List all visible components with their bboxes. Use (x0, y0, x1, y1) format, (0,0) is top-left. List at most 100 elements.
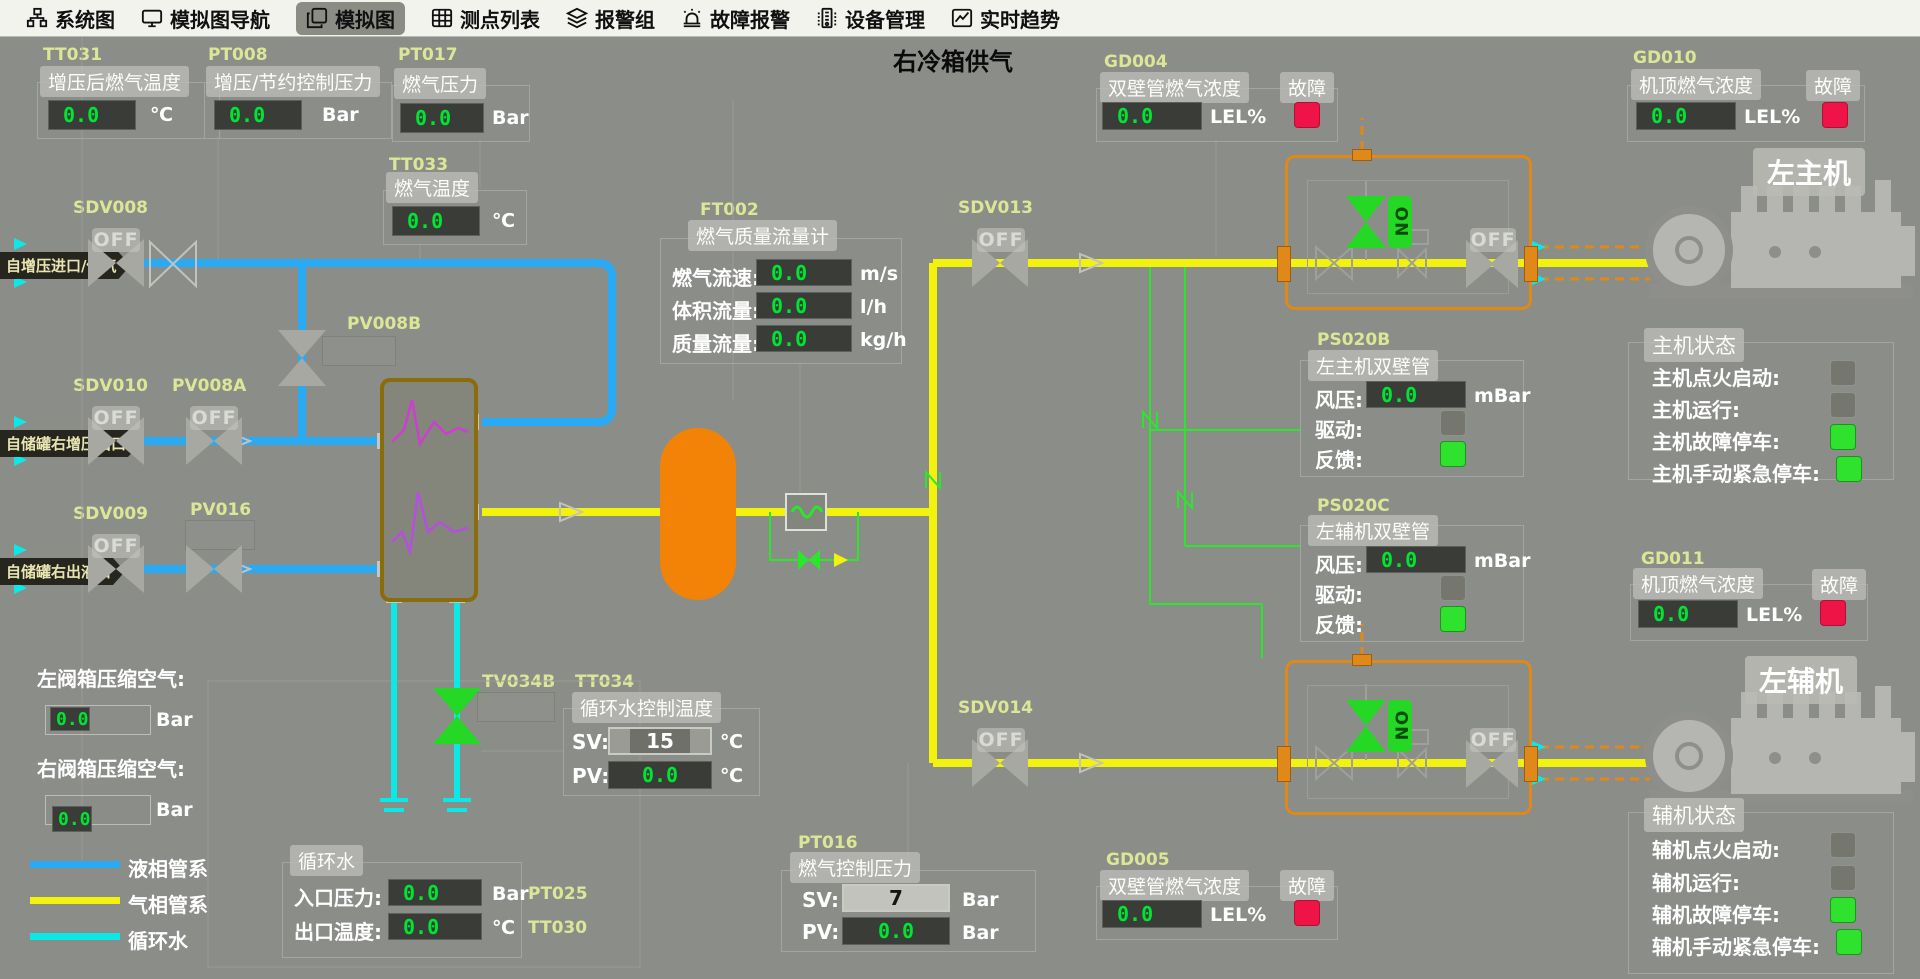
sdv009-state: OFF (92, 534, 140, 558)
ps020c-title: 左辅机双壁管 (1308, 515, 1438, 546)
alarm-icon (681, 7, 703, 29)
menu-item-realtime-trend[interactable]: 实时趋势 (951, 4, 1060, 33)
pv016-valve[interactable] (186, 545, 242, 593)
page-title: 右冷箱供气 (893, 42, 1013, 77)
cw-row-label: 出口温度: (294, 916, 382, 945)
main-unit-on-state: ON (1388, 196, 1412, 248)
menu-item-fault-alarm[interactable]: 故障报警 (681, 4, 790, 33)
menu-item-mimic-nav[interactable]: 模拟图导航 (141, 4, 270, 33)
monitor-icon (141, 7, 163, 29)
menu-item-label: 报警组 (595, 4, 655, 33)
aux-unit-on-valve[interactable] (1346, 700, 1386, 752)
tt031-unit: ℃ (150, 104, 173, 126)
aux-unit-off-state: OFF (1470, 728, 1516, 752)
legend-label: 循环水 (128, 925, 188, 954)
main-status-title: 主机状态 (1644, 328, 1744, 362)
main-unit-on-valve[interactable] (1346, 196, 1386, 248)
pt008-label: 增压/节约控制压力 (206, 66, 380, 97)
gd011-label: 机顶燃气浓度 (1633, 568, 1763, 599)
menu-item-point-list[interactable]: 测点列表 (431, 4, 540, 33)
gd005-value: 0.0 (1102, 900, 1202, 928)
tt034-sv-unit: ℃ (720, 731, 743, 753)
pt016-sv-label: SV: (802, 888, 839, 912)
tt034-pv-unit: ℃ (720, 765, 743, 787)
gd005-fault-label: 故障 (1280, 870, 1334, 901)
tt034-sv-label: SV: (572, 730, 609, 754)
status-row-label: 主机运行: (1652, 394, 1740, 423)
cw-row-value: 0.0 (388, 913, 482, 940)
main-engine-silhouette (1645, 180, 1917, 309)
tt033-value: 0.0 (392, 206, 480, 236)
legend-label: 液相管系 (128, 853, 208, 882)
gd004-value: 0.0 (1102, 102, 1202, 130)
status-row-label: 主机故障停车: (1652, 426, 1780, 455)
ft002-row-unit: kg/h (860, 329, 907, 351)
legend-label: 气相管系 (128, 889, 208, 918)
ps020b-title: 左主机双壁管 (1308, 350, 1438, 381)
tv034b-indicator-box (477, 692, 555, 722)
gd005-unit: LEL% (1210, 904, 1266, 926)
cw-row-label: 入口压力: (294, 882, 382, 911)
tt034-sv-input[interactable]: 15 (608, 727, 712, 755)
menu-item-label: 测点列表 (460, 4, 540, 33)
windows-icon (306, 7, 328, 29)
pt016-pv-label: PV: (802, 920, 839, 944)
menu-item-system-diagram[interactable]: 系统图 (26, 4, 115, 33)
sdv014-state: OFF (977, 728, 1025, 752)
ft002-row-unit: l/h (860, 296, 887, 318)
aux-engine-label: 左辅机 (1745, 656, 1857, 704)
tv034b-valve[interactable] (433, 688, 481, 744)
status-row-label: 主机手动紧急停车: (1652, 458, 1820, 487)
aux-engine-silhouette (1645, 686, 1917, 815)
pv008b-valve[interactable] (278, 330, 326, 386)
air-left-label: 左阀箱压缩空气: (37, 663, 185, 692)
menu-item-label: 设备管理 (845, 4, 925, 33)
ps020b-feedback-indicator (1440, 441, 1466, 467)
air-right-label: 右阀箱压缩空气: (37, 753, 185, 782)
aux-unit-right-connector (1524, 746, 1538, 782)
aux-unit-left-connector (1277, 746, 1291, 782)
menu-item-label: 模拟图导航 (170, 4, 270, 33)
status-row-indicator (1830, 897, 1856, 923)
air-left-unit: Bar (156, 709, 193, 731)
main-unit-off-state: OFF (1470, 228, 1516, 252)
device-icon (816, 7, 838, 29)
ft002-row-label: 燃气流速: (672, 262, 760, 291)
gd010-label: 机顶燃气浓度 (1631, 69, 1761, 100)
buffer-vessel (660, 428, 736, 600)
cw-row-unit: ℃ (492, 917, 515, 939)
ps020b-unit: mBar (1474, 385, 1530, 407)
gd010-fault-indicator (1822, 102, 1848, 128)
ps020b-pressure-label: 风压: (1315, 384, 1363, 413)
menu-item-mimic-diagram[interactable]: 模拟图 (296, 2, 405, 35)
status-row-indicator (1830, 865, 1856, 891)
pt016-sv-value: 7 (873, 886, 919, 910)
gd010-value: 0.0 (1636, 102, 1736, 130)
menu-item-device-mgmt[interactable]: 设备管理 (816, 4, 925, 33)
cw-row-unit: Bar (492, 883, 529, 905)
pt008-unit: Bar (322, 104, 359, 126)
main-unit-left-connector (1277, 246, 1291, 282)
gd010-unit: LEL% (1744, 106, 1800, 128)
pv008b-indicator-box (322, 336, 396, 366)
ps020c-drive-indicator (1440, 575, 1466, 601)
menu-item-alarm-group[interactable]: 报警组 (566, 4, 655, 33)
air-left-value: 0.0 (50, 707, 90, 731)
pv008a-state: OFF (190, 406, 238, 430)
gd011-fault-label: 故障 (1812, 569, 1866, 600)
cooling-water-title: 循环水 (290, 845, 363, 876)
status-row-label: 主机点火启动: (1652, 362, 1780, 391)
pt008-value: 0.0 (214, 100, 302, 130)
menu-bar: 系统图 模拟图导航 模拟图 测点列表 报警组 故障报警 设备管理 实时趋势 (0, 0, 1920, 37)
pt016-sv-input[interactable]: 7 (842, 884, 950, 912)
status-row-indicator (1830, 360, 1856, 386)
status-row-label: 辅机手动紧急停车: (1652, 931, 1820, 960)
tt033-label: 燃气温度 (386, 172, 478, 203)
pt016-sv-unit: Bar (962, 889, 999, 911)
aux-unit-on-state: ON (1388, 700, 1412, 752)
pt017-label: 燃气压力 (394, 68, 486, 99)
hmi-screen: 系统图 模拟图导航 模拟图 测点列表 报警组 故障报警 设备管理 实时趋势 (0, 0, 1920, 979)
menu-item-label: 模拟图 (335, 4, 395, 33)
gd004-label: 双壁管燃气浓度 (1100, 72, 1249, 103)
tt034-sv-value: 15 (630, 729, 690, 753)
